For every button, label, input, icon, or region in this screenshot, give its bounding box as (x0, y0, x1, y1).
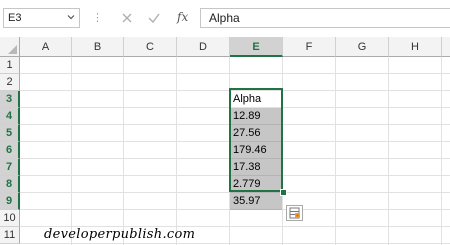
row-header-11[interactable]: 11 (0, 227, 20, 244)
select-all-button[interactable] (0, 37, 20, 57)
function-icon: fx (177, 10, 189, 24)
name-box[interactable]: E3 (3, 8, 80, 28)
name-box-value: E3 (8, 12, 22, 24)
column-header-g[interactable]: G (336, 37, 389, 57)
gridline (20, 73, 450, 74)
formula-input-value: Alpha (209, 11, 240, 25)
row-header-1[interactable]: 1 (0, 57, 20, 74)
worksheet-grid[interactable]: A B C D E F G H 1 2 3 4 5 6 7 8 9 10 11 … (0, 37, 450, 245)
select-all-triangle-icon (8, 45, 17, 54)
close-icon[interactable] (118, 10, 136, 26)
formula-bar-grip[interactable]: ⋮ (92, 11, 103, 24)
row-header-4[interactable]: 4 (0, 108, 20, 125)
selection-border (229, 88, 283, 192)
gridline (441, 57, 442, 245)
watermark-text: developerpublish.com (44, 227, 196, 242)
formula-bar: E3 ⋮ fx Alpha (0, 0, 450, 38)
row-header-7[interactable]: 7 (0, 159, 20, 176)
quick-analysis-button[interactable] (286, 205, 303, 221)
formula-input[interactable]: Alpha (200, 8, 450, 28)
gridline (20, 243, 450, 244)
fill-handle[interactable] (280, 189, 287, 196)
gridline (176, 57, 177, 245)
row-header-9[interactable]: 9 (0, 193, 20, 210)
row-header-3[interactable]: 3 (0, 91, 20, 108)
column-header-b[interactable]: B (72, 37, 124, 57)
column-header-c[interactable]: C (124, 37, 177, 57)
column-header-e[interactable]: E (230, 37, 283, 57)
column-header-f[interactable]: F (283, 37, 336, 57)
row-header-10[interactable]: 10 (0, 210, 20, 227)
check-icon[interactable] (145, 10, 163, 26)
row-header-6[interactable]: 6 (0, 142, 20, 159)
cell-e9[interactable]: 35.97 (230, 193, 282, 210)
gridline (123, 57, 124, 245)
gridline (335, 57, 336, 245)
column-header-h[interactable]: H (389, 37, 442, 57)
row-header-2[interactable]: 2 (0, 74, 20, 91)
row-header-5[interactable]: 5 (0, 125, 20, 142)
gridline (71, 57, 72, 245)
row-header-8[interactable]: 8 (0, 176, 20, 193)
column-header-partial[interactable] (442, 37, 450, 57)
chevron-down-icon[interactable] (67, 13, 75, 21)
insert-function-button[interactable]: fx (177, 10, 195, 26)
quick-analysis-icon (289, 207, 300, 219)
gridline (388, 57, 389, 245)
column-header-d[interactable]: D (177, 37, 230, 57)
column-header-a[interactable]: A (20, 37, 72, 57)
